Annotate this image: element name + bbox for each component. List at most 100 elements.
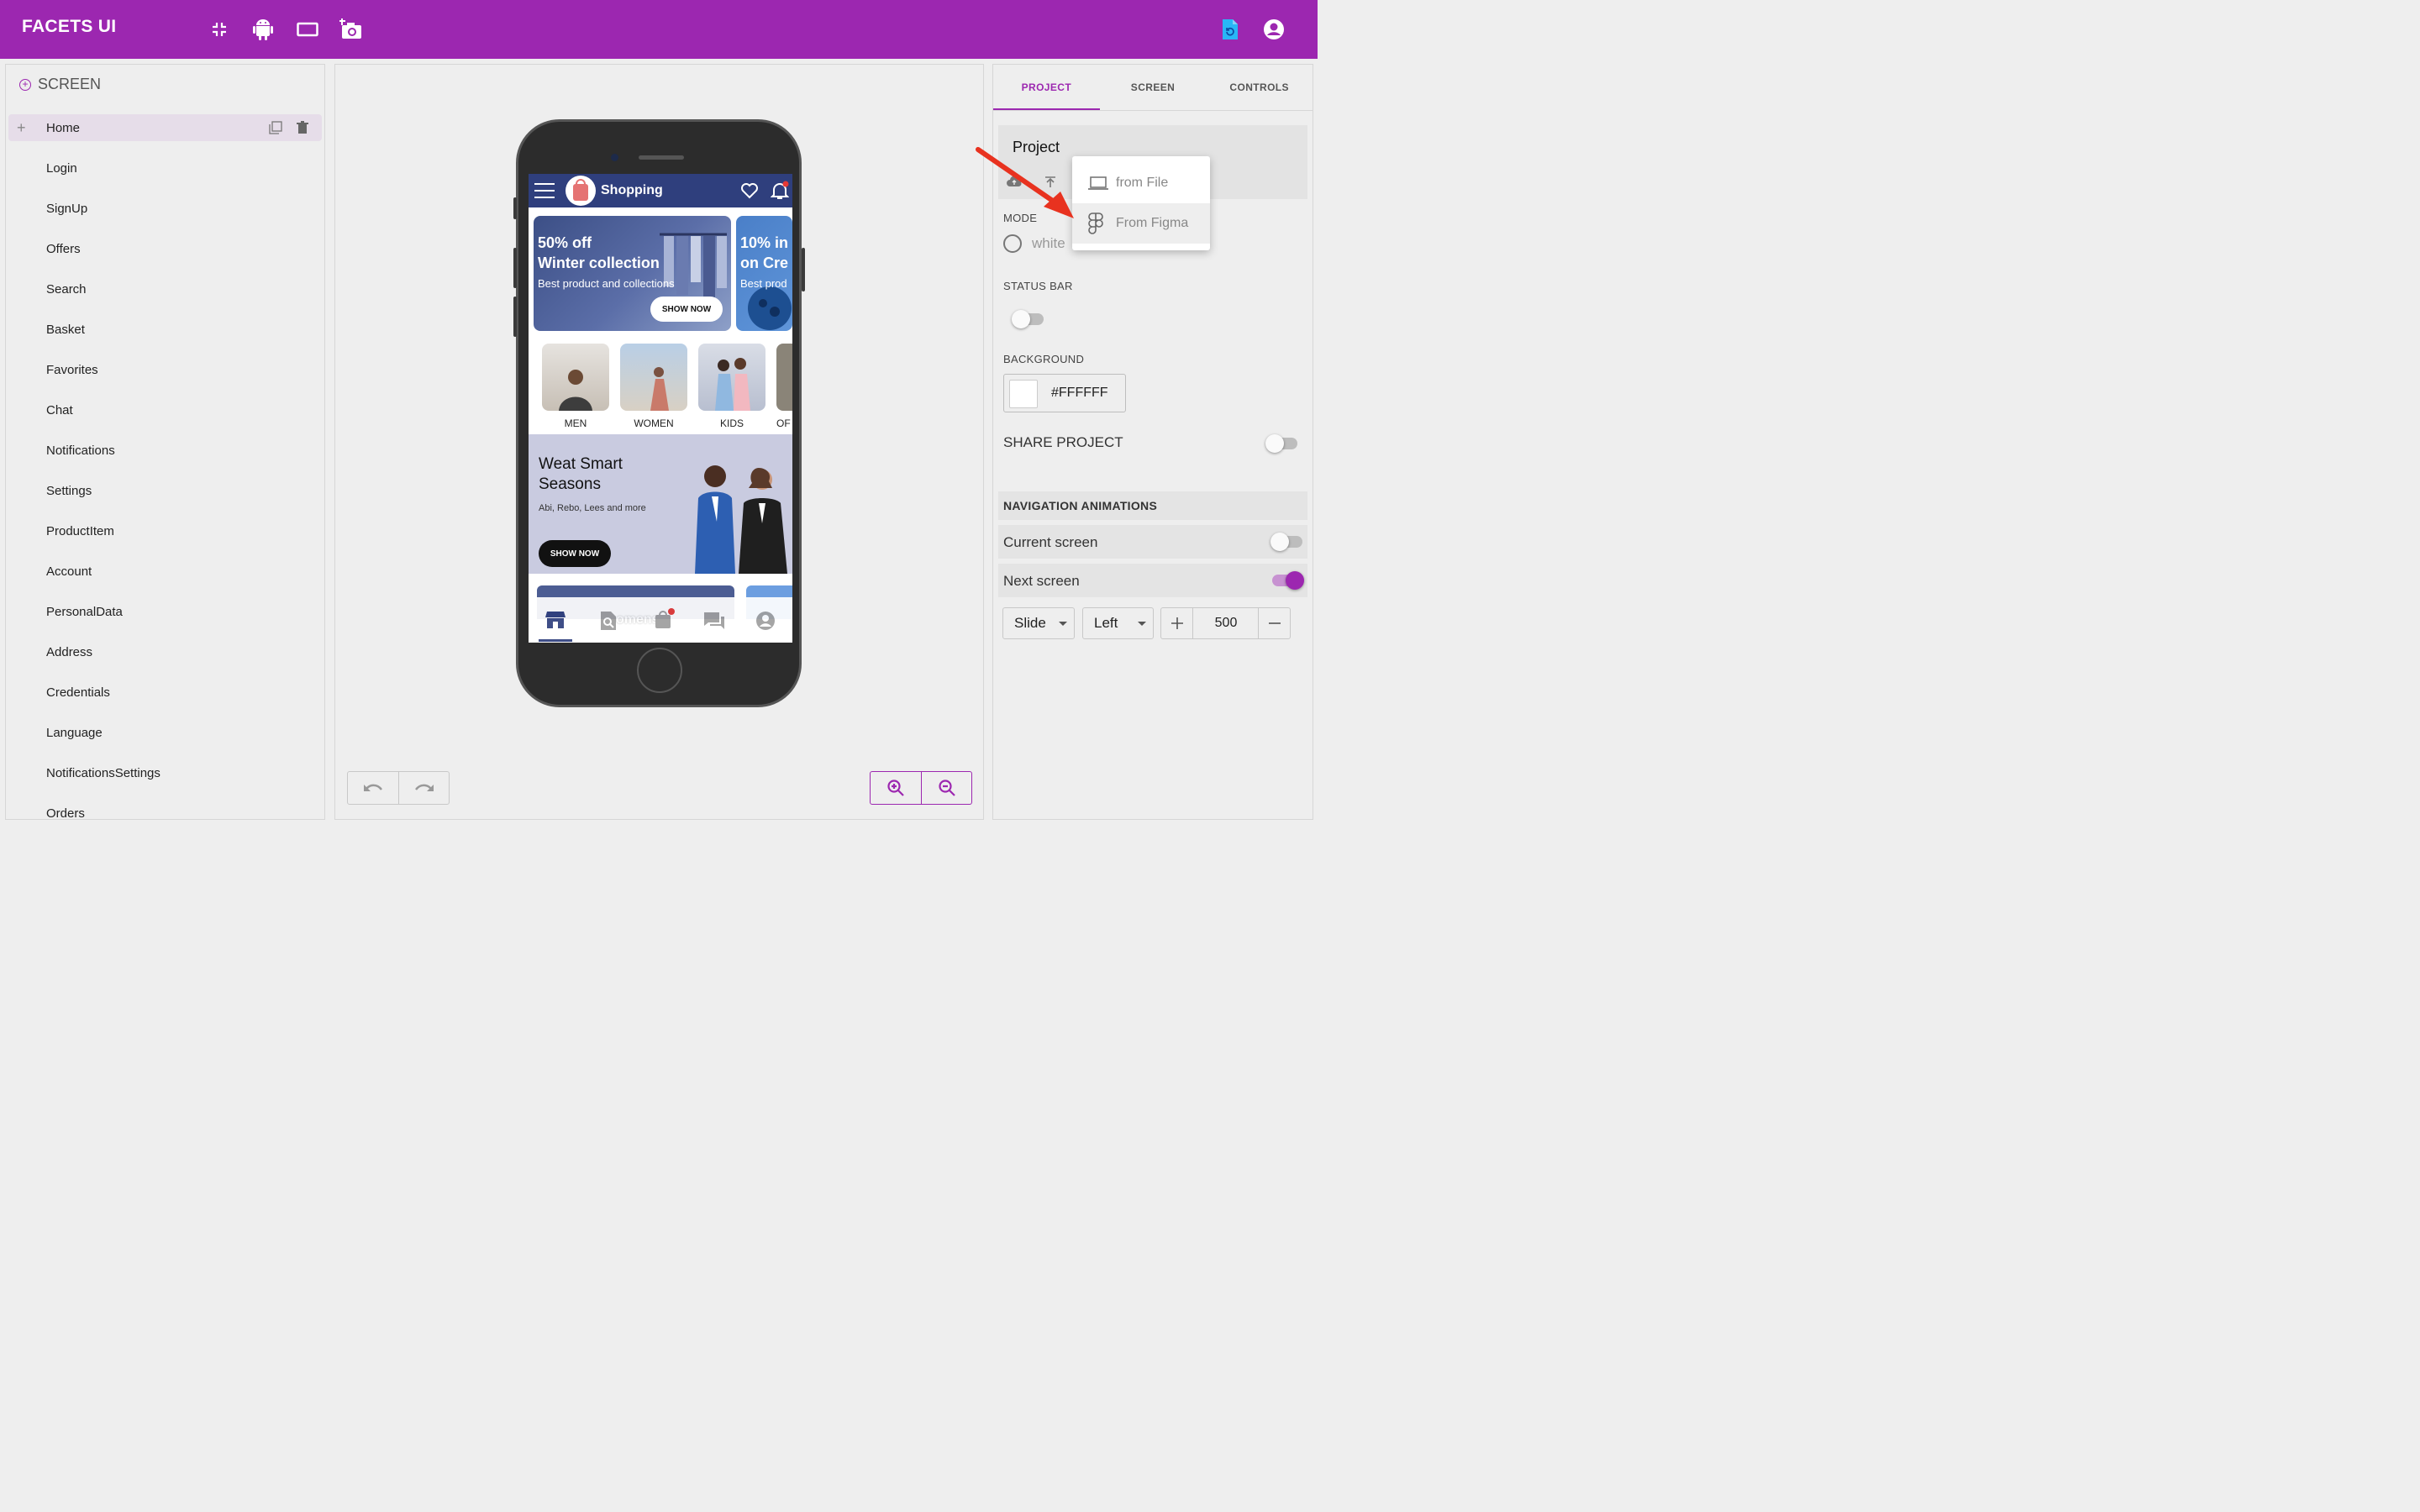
basket-nav-icon[interactable] bbox=[653, 607, 675, 633]
increment-button[interactable] bbox=[1161, 608, 1193, 638]
bottom-navigation: omens bbox=[529, 597, 792, 643]
creatives-banner[interactable]: 10% in on Cre Best prod bbox=[736, 216, 792, 331]
expand-icon[interactable]: + bbox=[17, 119, 26, 137]
copy-icon[interactable] bbox=[269, 121, 282, 134]
figma-icon bbox=[1088, 213, 1103, 234]
screen-item-personaldata[interactable]: PersonalData bbox=[8, 591, 322, 632]
weat-smart-promo[interactable]: Weat Smart Seasons Abi, Rebo, Lees and m… bbox=[529, 434, 792, 574]
category-women-image[interactable] bbox=[620, 344, 687, 411]
annotation-arrow-icon bbox=[976, 147, 1074, 218]
tab-controls[interactable]: CONTROLS bbox=[1206, 65, 1313, 110]
store-nav-icon[interactable] bbox=[545, 611, 566, 633]
screen-item-offers[interactable]: Offers bbox=[8, 228, 322, 269]
screen-item-home[interactable]: + Home bbox=[8, 114, 322, 141]
code-file-icon[interactable] bbox=[1218, 17, 1243, 42]
share-project-label: SHARE PROJECT bbox=[1003, 434, 1123, 450]
screen-item-login[interactable]: Login bbox=[8, 148, 322, 188]
next-screen-row: Next screen bbox=[998, 564, 1307, 597]
phone-volume-down bbox=[513, 297, 517, 337]
winter-collection-banner[interactable]: 50% off Winter collection Best product a… bbox=[534, 216, 731, 331]
decrement-button[interactable] bbox=[1258, 608, 1290, 638]
laptop-icon bbox=[1088, 176, 1108, 190]
tablet-landscape-icon[interactable] bbox=[295, 17, 320, 42]
animation-type-select[interactable]: Slide bbox=[1002, 607, 1075, 639]
phone-screen: Shopping 50% off Winter collection Best … bbox=[529, 174, 792, 643]
background-color-swatch[interactable] bbox=[1009, 380, 1038, 408]
chevron-down-icon bbox=[1059, 622, 1067, 626]
collapse-icon[interactable] bbox=[207, 17, 232, 42]
screen-item-language[interactable]: Language bbox=[8, 712, 322, 753]
heart-icon[interactable] bbox=[740, 182, 759, 203]
screen-item-account[interactable]: Account bbox=[8, 551, 322, 591]
import-from-file-item[interactable]: from File bbox=[1072, 163, 1210, 203]
undo-button[interactable] bbox=[348, 772, 398, 804]
screen-item-chat[interactable]: Chat bbox=[8, 390, 322, 430]
tab-screen[interactable]: SCREEN bbox=[1100, 65, 1207, 110]
search-nav-icon[interactable] bbox=[599, 611, 618, 635]
from-file-label: from File bbox=[1116, 176, 1169, 190]
promo-subtitle: Abi, Rebo, Lees and more bbox=[539, 503, 646, 513]
screen-item-favorites[interactable]: Favorites bbox=[8, 349, 322, 390]
mode-white-radio[interactable] bbox=[1003, 234, 1022, 253]
screen-list: + Home Login SignUp Offers Search Basket… bbox=[8, 114, 322, 820]
animation-duration-value[interactable]: 500 bbox=[1193, 616, 1259, 631]
screen-item-productitem[interactable]: ProductItem bbox=[8, 511, 322, 551]
shopping-app-bar: Shopping bbox=[529, 174, 792, 207]
screen-item-orders[interactable]: Orders bbox=[8, 793, 322, 820]
import-menu: from File From Figma bbox=[1072, 156, 1210, 250]
status-bar-label: STATUS BAR bbox=[1003, 280, 1073, 292]
share-project-toggle[interactable] bbox=[1265, 434, 1297, 453]
category-kids-label: KIDS bbox=[719, 417, 744, 429]
navigation-animations-header: NAVIGATION ANIMATIONS bbox=[998, 491, 1307, 520]
zoom-out-button[interactable] bbox=[921, 772, 971, 804]
add-screen-icon[interactable]: + bbox=[19, 78, 31, 91]
screen-item-search[interactable]: Search bbox=[8, 269, 322, 309]
tab-project[interactable]: PROJECT bbox=[993, 65, 1100, 110]
account-icon[interactable] bbox=[1261, 17, 1286, 42]
phone-mute-switch bbox=[513, 197, 517, 219]
hamburger-menu-icon[interactable] bbox=[534, 182, 555, 203]
chat-nav-icon[interactable] bbox=[702, 611, 726, 635]
add-screenshot-icon[interactable] bbox=[339, 17, 364, 42]
properties-tabs: PROJECT SCREEN CONTROLS bbox=[993, 65, 1313, 110]
banner2-title-line2: on Cre bbox=[740, 255, 789, 271]
active-tab-indicator bbox=[539, 639, 572, 642]
background-label: BACKGROUND bbox=[1003, 353, 1085, 365]
current-screen-toggle[interactable] bbox=[1270, 533, 1302, 551]
banner1-show-now-button[interactable]: SHOW NOW bbox=[650, 297, 723, 322]
category-men-image[interactable] bbox=[542, 344, 609, 411]
animation-direction-value: Left bbox=[1094, 615, 1118, 631]
screen-item-credentials[interactable]: Credentials bbox=[8, 672, 322, 712]
animation-direction-select[interactable]: Left bbox=[1082, 607, 1154, 639]
import-from-figma-item[interactable]: From Figma bbox=[1072, 203, 1210, 244]
background-color-field[interactable]: #FFFFFF bbox=[1003, 374, 1126, 412]
next-screen-toggle[interactable] bbox=[1272, 571, 1304, 590]
delete-icon[interactable] bbox=[297, 121, 310, 134]
status-bar-toggle[interactable] bbox=[1012, 310, 1044, 328]
screen-item-signup[interactable]: SignUp bbox=[8, 188, 322, 228]
banner2-title-line1: 10% in bbox=[740, 234, 789, 251]
screen-item-settings[interactable]: Settings bbox=[8, 470, 322, 511]
phone-power-button bbox=[802, 248, 805, 291]
screen-item-basket[interactable]: Basket bbox=[8, 309, 322, 349]
screens-header[interactable]: + SCREEN bbox=[19, 76, 101, 93]
navigation-animations-label: NAVIGATION ANIMATIONS bbox=[1003, 499, 1158, 512]
screens-title: SCREEN bbox=[38, 76, 102, 92]
history-buttons bbox=[347, 771, 450, 805]
phone-speaker bbox=[639, 155, 684, 160]
promo-show-now-button[interactable]: SHOW NOW bbox=[539, 540, 611, 567]
background-color-value: #FFFFFF bbox=[1051, 386, 1108, 400]
next-screen-label: Next screen bbox=[1003, 573, 1080, 589]
category-other-image[interactable] bbox=[776, 344, 792, 411]
android-icon[interactable] bbox=[250, 17, 276, 42]
redo-button[interactable] bbox=[398, 772, 449, 804]
bell-icon[interactable] bbox=[770, 181, 790, 205]
profile-nav-icon[interactable] bbox=[755, 611, 776, 635]
screen-item-notificationssettings[interactable]: NotificationsSettings bbox=[8, 753, 322, 793]
animation-type-value: Slide bbox=[1014, 615, 1046, 631]
mode-white-label: white bbox=[1032, 235, 1065, 251]
screen-item-address[interactable]: Address bbox=[8, 632, 322, 672]
zoom-in-button[interactable] bbox=[871, 772, 921, 804]
screen-item-notifications[interactable]: Notifications bbox=[8, 430, 322, 470]
category-kids-image[interactable] bbox=[698, 344, 765, 411]
